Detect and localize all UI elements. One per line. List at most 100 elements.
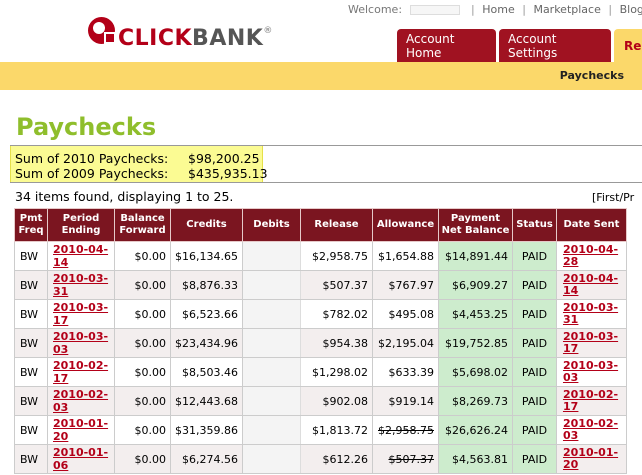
date-sent-link[interactable]: 2010-01- 20 <box>563 446 618 471</box>
period-ending-link[interactable]: 2010-02-03 <box>53 388 108 414</box>
blog-link[interactable]: Blog <box>620 3 642 16</box>
col-allowance[interactable]: Allowance <box>371 208 439 242</box>
cell-credits: $6,523.66 <box>170 299 243 329</box>
table-row: BW 2010-02-17 $0.00 $8,503.46 $1,298.02 $633.… <box>14 357 627 387</box>
cell-balance-forward: $0.00 <box>114 328 171 358</box>
period-ending-link[interactable]: 2010-03-31 <box>53 272 108 298</box>
cell-debits <box>241 270 301 300</box>
table-row: BW 2010-01-06 $0.00 $6,274.56 $612.26 $507.37… <box>14 444 627 474</box>
table-row: BW 2010-01-20 $0.00 $31,359.86 $1,813.72 $2,9… <box>14 415 627 445</box>
cell-release: $612.26 <box>299 444 373 474</box>
period-ending-link[interactable]: 2010-04-14 <box>53 243 108 269</box>
allowance-value: $767.97 <box>388 278 434 292</box>
period-ending-link[interactable]: 2010-03-17 <box>53 301 108 327</box>
divider: | <box>522 3 526 16</box>
date-sent-link[interactable]: 2010-03- 31 <box>563 301 618 326</box>
cell-status: PAID <box>511 357 557 387</box>
cell-allowance: $507.37 <box>371 444 439 474</box>
cell-allowance: $919.14 <box>371 386 439 416</box>
subnav-paychecks[interactable]: Paychecks <box>560 69 624 82</box>
cell-pmt-freq: BW <box>14 328 48 358</box>
cell-balance-forward: $0.00 <box>114 444 171 474</box>
cell-release: $507.37 <box>299 270 373 300</box>
cell-period-ending: 2010-01-20 <box>47 415 115 445</box>
date-sent-line2: 17 <box>562 400 579 413</box>
date-sent-link[interactable]: 2010-03- 17 <box>563 330 618 355</box>
cell-payment-net-balance: $5,698.02 <box>437 357 513 387</box>
cell-pmt-freq: BW <box>14 444 48 474</box>
period-ending-link[interactable]: 2010-01-06 <box>53 446 108 472</box>
cell-pmt-freq: BW <box>14 386 48 416</box>
period-ending-link[interactable]: 2010-01-20 <box>53 417 108 443</box>
cell-pmt-freq: BW <box>14 241 48 271</box>
pagination-first-prev[interactable]: [First/Pr <box>592 191 634 204</box>
col-pmt-freq[interactable]: Pmt Freq <box>14 208 48 242</box>
cell-allowance: $633.39 <box>371 357 439 387</box>
date-sent-link[interactable]: 2010-02- 03 <box>563 417 618 442</box>
col-debits[interactable]: Debits <box>241 208 301 242</box>
divider: | <box>608 3 613 16</box>
sum-2009-label: Sum of 2009 Paychecks: <box>15 166 169 181</box>
cell-credits: $16,134.65 <box>170 241 243 271</box>
cell-allowance: $495.08 <box>371 299 439 329</box>
cell-period-ending: 2010-03-17 <box>47 299 115 329</box>
allowance-value: $495.08 <box>388 307 434 321</box>
cell-balance-forward: $0.00 <box>114 241 171 271</box>
col-date-sent[interactable]: Date Sent <box>555 208 627 242</box>
cell-status: PAID <box>511 241 557 271</box>
welcome-bar: Welcome: | Home | Marketplace | Blog | L <box>348 3 642 16</box>
tab-account-settings[interactable]: Account Settings <box>499 29 611 62</box>
cell-period-ending: 2010-02-03 <box>47 386 115 416</box>
cell-allowance: $2,958.75 <box>371 415 439 445</box>
cell-period-ending: 2010-02-17 <box>47 357 115 387</box>
clickbank-logo[interactable]: CLICKBANK® <box>88 8 273 52</box>
tab-reports-active[interactable]: Re <box>614 29 642 62</box>
cell-date-sent: 2010-01- 20 <box>555 444 627 474</box>
cell-status: PAID <box>511 270 557 300</box>
cell-date-sent: 2010-03- 03 <box>555 357 627 387</box>
home-link[interactable]: Home <box>482 3 514 16</box>
cell-credits: $8,503.46 <box>170 357 243 387</box>
col-period-ending[interactable]: Period Ending <box>47 208 115 242</box>
cell-payment-net-balance: $14,891.44 <box>437 241 513 271</box>
col-payment-net-balance[interactable]: Payment Net Balance <box>437 208 513 242</box>
period-ending-link[interactable]: 2010-03-03 <box>53 330 108 356</box>
cell-date-sent: 2010-02- 17 <box>555 386 627 416</box>
sub-navigation-bar: Paychecks <box>0 62 642 90</box>
date-sent-link[interactable]: 2010-02- 17 <box>563 388 618 413</box>
cell-pmt-freq: BW <box>14 415 48 445</box>
allowance-value: $2,195.04 <box>378 336 434 350</box>
clickbank-logo-icon <box>88 16 116 44</box>
cell-credits: $31,359.86 <box>170 415 243 445</box>
table-row: BW 2010-03-17 $0.00 $6,523.66 $782.02 $495.08… <box>14 299 627 329</box>
table-row: BW 2010-03-03 $0.00 $23,434.96 $954.38 $2,195… <box>14 328 627 358</box>
date-sent-link[interactable]: 2010-04- 28 <box>563 243 618 268</box>
tab-account-home[interactable]: Account Home <box>397 29 496 62</box>
cell-release: $1,813.72 <box>299 415 373 445</box>
page-title: Paychecks <box>16 113 157 141</box>
marketplace-link[interactable]: Marketplace <box>533 3 600 16</box>
table-header-row: Pmt Freq Period Ending Balance Forward C… <box>14 208 627 242</box>
cell-debits <box>241 386 301 416</box>
cell-period-ending: 2010-04-14 <box>47 241 115 271</box>
cell-release: $902.08 <box>299 386 373 416</box>
col-status[interactable]: Status <box>511 208 557 242</box>
date-sent-link[interactable]: 2010-03- 03 <box>563 359 618 384</box>
cell-balance-forward: $0.00 <box>114 299 171 329</box>
divider <box>10 182 642 183</box>
table-row: BW 2010-03-31 $0.00 $8,876.33 $507.37 $767.97… <box>14 270 627 300</box>
cell-status: PAID <box>511 386 557 416</box>
col-balance-forward[interactable]: Balance Forward <box>114 208 171 242</box>
date-sent-link[interactable]: 2010-04- 14 <box>563 272 618 297</box>
allowance-value: $507.37 <box>388 452 434 466</box>
cell-pmt-freq: BW <box>14 270 48 300</box>
date-sent-line2: 28 <box>562 255 579 268</box>
col-credits[interactable]: Credits <box>170 208 243 242</box>
cell-allowance: $2,195.04 <box>371 328 439 358</box>
period-ending-link[interactable]: 2010-02-17 <box>53 359 108 385</box>
cell-debits <box>241 241 301 271</box>
logo-text: CLICKBANK® <box>118 26 273 51</box>
sum-2010-label: Sum of 2010 Paychecks: <box>15 151 169 166</box>
col-release[interactable]: Release <box>299 208 373 242</box>
cell-pmt-freq: BW <box>14 357 48 387</box>
